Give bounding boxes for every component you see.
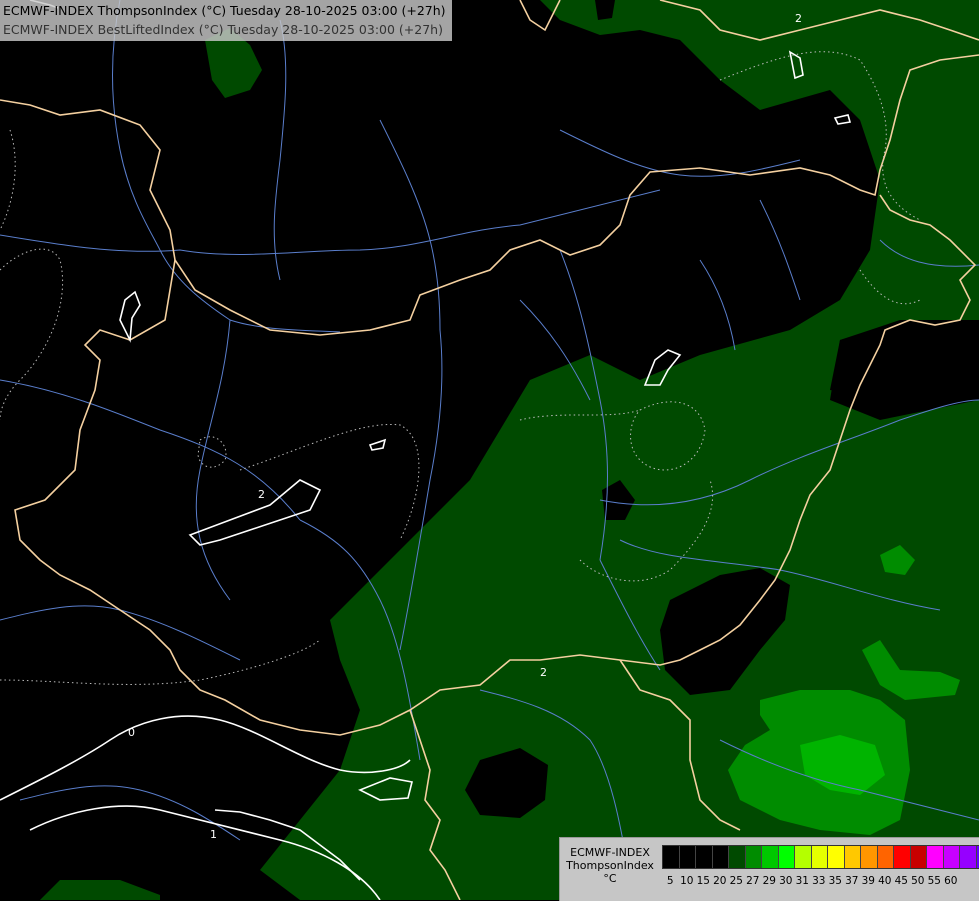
legend-swatch: [663, 846, 680, 868]
legend-label: 39: [860, 875, 877, 889]
legend-swatch: [812, 846, 829, 868]
forecast-map: 2 2 0 1 2: [0, 0, 979, 900]
legend-swatch: [696, 846, 713, 868]
map-header: ECMWF-INDEX ThompsonIndex (°C) Tuesday 2…: [0, 0, 452, 41]
legend-swatch: [713, 846, 730, 868]
dry-pocket-5: [595, 0, 615, 20]
legend-swatch: [861, 846, 878, 868]
contour-label: 2: [258, 488, 265, 501]
legend-swatch: [878, 846, 895, 868]
legend-label: 45: [893, 875, 910, 889]
legend-label: 55: [926, 875, 943, 889]
legend-swatch: [894, 846, 911, 868]
legend-swatch: [680, 846, 697, 868]
legend-title: ECMWF-INDEX ThompsonIndex °C: [560, 846, 660, 885]
legend-swatch: [795, 846, 812, 868]
legend-swatch: [828, 846, 845, 868]
legend-swatch: [746, 846, 763, 868]
legend-label: 60: [943, 875, 960, 889]
legend-title-line: ECMWF-INDEX: [560, 846, 660, 859]
legend-swatch: [927, 846, 944, 868]
legend-label: 29: [761, 875, 778, 889]
color-legend: ECMWF-INDEX ThompsonIndex °C 51015202527…: [559, 837, 979, 901]
legend-label: 33: [811, 875, 828, 889]
contour-label: 0: [128, 726, 135, 739]
contour-label: 2: [795, 12, 802, 25]
legend-swatch: [960, 846, 977, 868]
legend-swatch: [911, 846, 928, 868]
legend-label: 5: [662, 875, 679, 889]
legend-label: 50: [910, 875, 927, 889]
legend-label: 30: [778, 875, 795, 889]
contour-label: 2: [540, 666, 547, 679]
header-line-lifted: ECMWF-INDEX BestLiftedIndex (°C) Tuesday…: [3, 20, 446, 39]
legend-label: 15: [695, 875, 712, 889]
legend-label: 25: [728, 875, 745, 889]
legend-label: 35: [827, 875, 844, 889]
legend-title-line: °C: [560, 872, 660, 885]
legend-swatch: [845, 846, 862, 868]
legend-label: 20: [712, 875, 729, 889]
legend-labels: 51015202527293031333537394045505560: [662, 875, 959, 889]
legend-swatch: [779, 846, 796, 868]
legend-label: 37: [844, 875, 861, 889]
legend-label: 10: [679, 875, 696, 889]
legend-swatch: [762, 846, 779, 868]
legend-title-line: ThompsonIndex: [560, 859, 660, 872]
legend-swatch: [944, 846, 961, 868]
legend-swatch: [729, 846, 746, 868]
legend-color-bar: [662, 845, 979, 869]
legend-label: 31: [794, 875, 811, 889]
header-line-thompson: ECMWF-INDEX ThompsonIndex (°C) Tuesday 2…: [3, 1, 446, 20]
legend-label: 27: [745, 875, 762, 889]
legend-label: 40: [877, 875, 894, 889]
contour-label: 1: [210, 828, 217, 841]
